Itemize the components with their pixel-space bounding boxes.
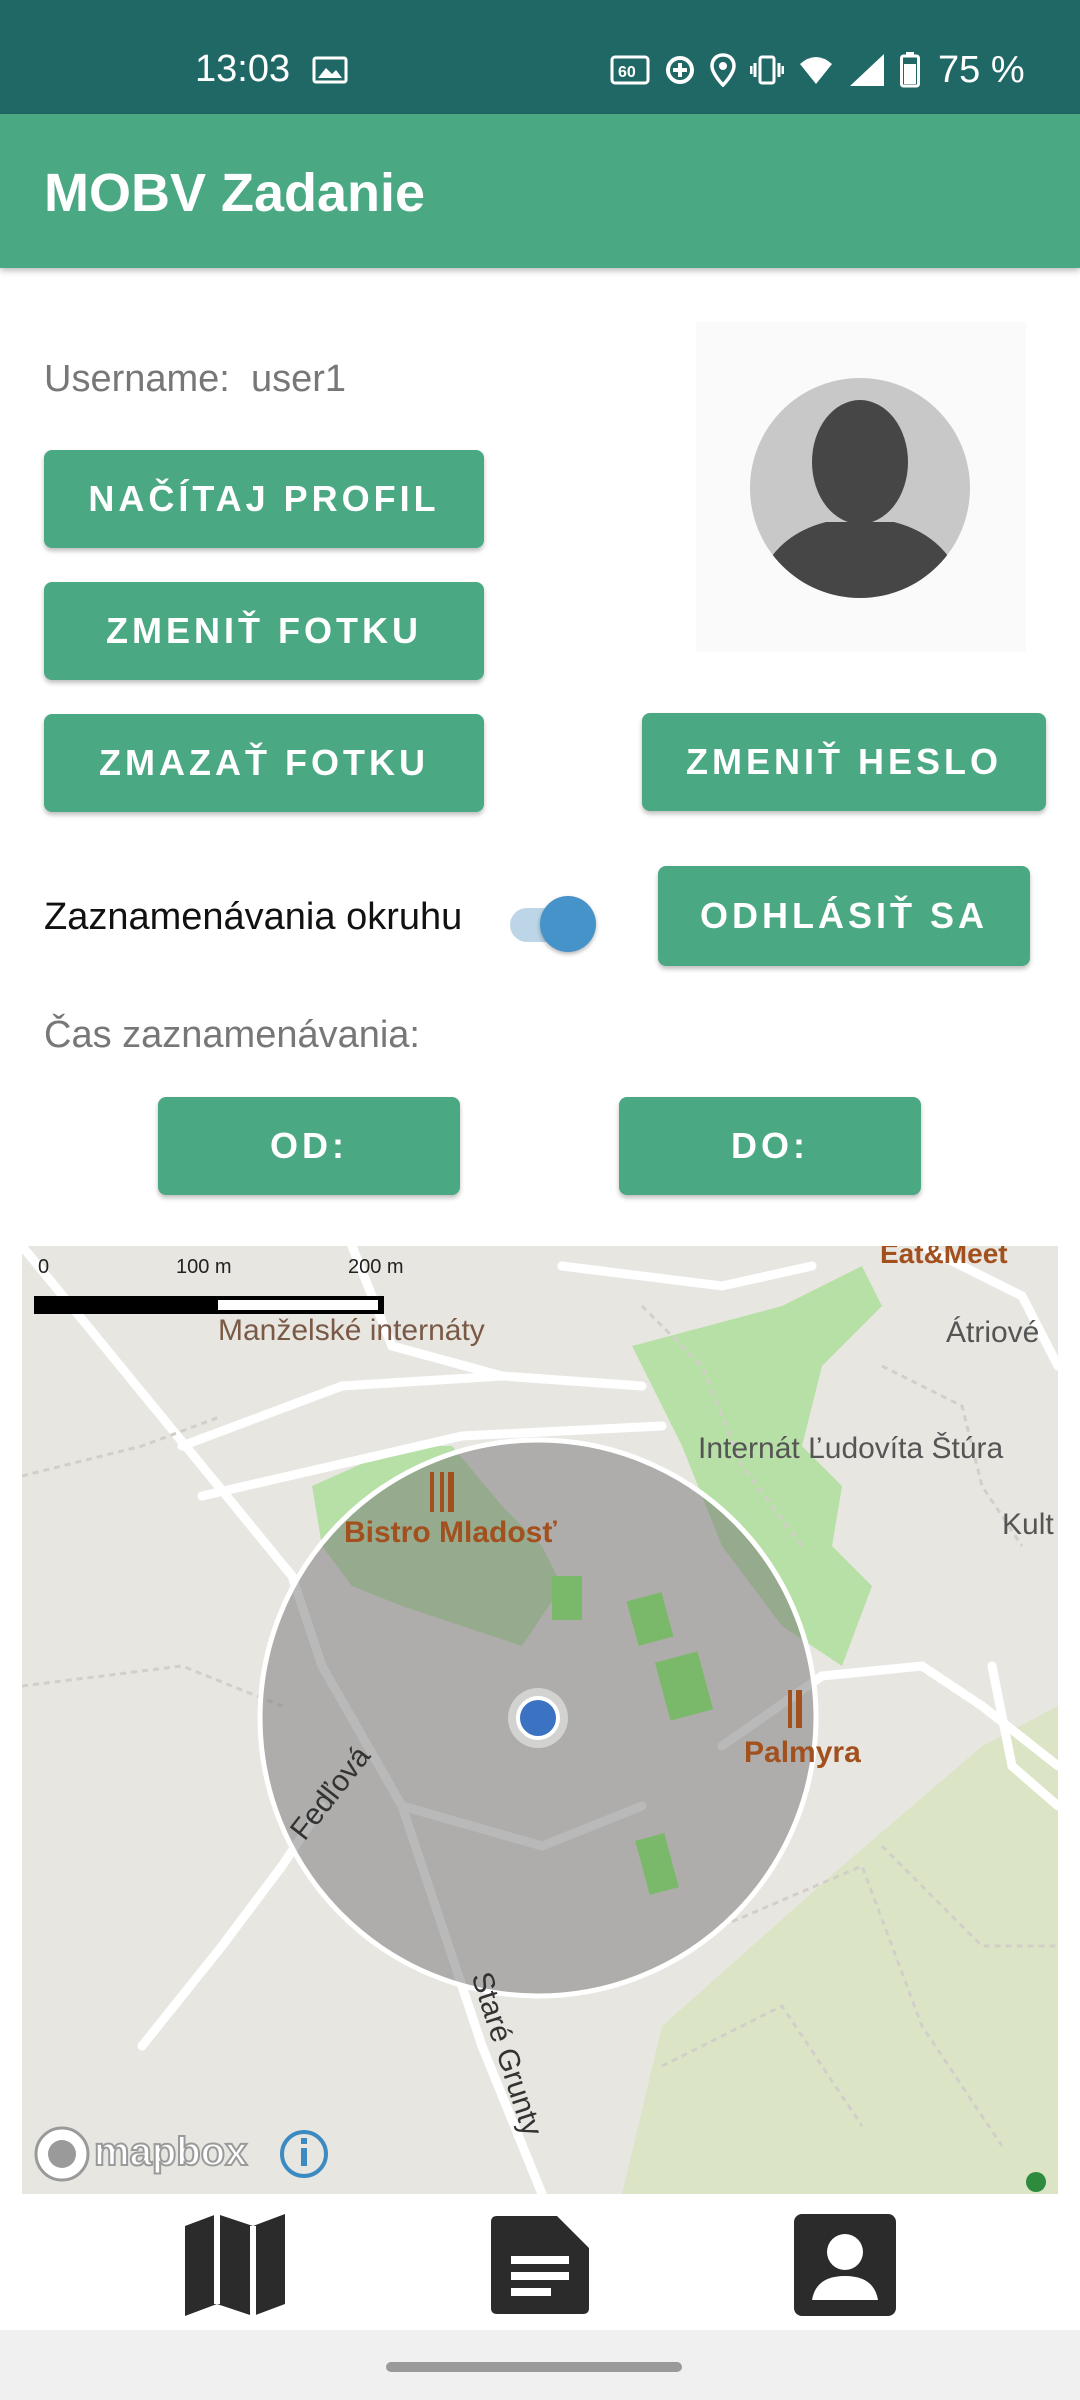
map-label-atriove: Átriové	[946, 1316, 1040, 1349]
battery-percent: 75 %	[938, 48, 1025, 91]
app-title: MOBV Zadanie	[44, 163, 426, 223]
change-password-button[interactable]: ZMENIŤ HESLO	[642, 713, 1046, 811]
tracking-time-label: Čas zaznamenávania:	[44, 1014, 420, 1056]
scale-label-end: 200 m	[348, 1256, 404, 1278]
status-icons: 60 75 %	[610, 44, 1025, 96]
logout-button[interactable]: ODHLÁSIŤ SA	[658, 866, 1030, 966]
toggle-thumb	[540, 896, 596, 952]
image-icon	[312, 56, 348, 84]
poi-eatmeet: Eat&Meet	[880, 1246, 1008, 1269]
document-icon	[491, 2216, 589, 2314]
nav-documents[interactable]	[485, 2210, 595, 2320]
profile-icon	[794, 2214, 896, 2316]
map-canvas	[22, 1246, 1058, 2194]
mapbox-attribution[interactable]: mapbox	[93, 2129, 248, 2175]
poi-palmyra: Palmyra	[744, 1736, 861, 1769]
vibrate-icon	[750, 55, 784, 85]
username-label: Username: user1	[44, 358, 347, 400]
poi-bistro: Bistro Mladosť	[344, 1516, 557, 1549]
change-photo-button[interactable]: ZMENIŤ FOTKU	[44, 582, 484, 680]
status-time: 13:03	[195, 48, 291, 90]
tracking-toggle[interactable]	[510, 896, 598, 952]
60hz-icon: 60	[610, 55, 650, 85]
to-time-button[interactable]: DO:	[619, 1097, 921, 1195]
map-label-manzelske: Manželské internáty	[218, 1314, 485, 1347]
nav-map[interactable]	[180, 2210, 290, 2320]
data-saver-icon	[666, 56, 694, 84]
avatar-container[interactable]	[696, 322, 1026, 652]
load-profile-button[interactable]: NAČÍTAJ PROFIL	[44, 450, 484, 548]
map-icon	[185, 2214, 285, 2316]
fork-knife-icon	[430, 1472, 454, 1512]
location-dot-icon	[516, 1696, 560, 1740]
map-label-internat: Internát Ľudovíta Štúra	[698, 1432, 1004, 1465]
scale-label-mid: 100 m	[176, 1256, 232, 1278]
tracking-toggle-label: Zaznamenávania okruhu	[44, 896, 463, 938]
map-label-kult: Kult	[1002, 1508, 1054, 1541]
battery-icon	[900, 52, 920, 88]
person-avatar-icon	[750, 378, 970, 598]
nav-profile[interactable]	[790, 2210, 900, 2320]
wifi-icon	[800, 57, 832, 84]
scale-label-zero: 0	[38, 1256, 50, 1278]
svg-text:60: 60	[618, 64, 636, 81]
map-view[interactable]: 0 100 m 200 m Eat&Meet Manželské interná…	[22, 1246, 1058, 2194]
location-icon	[710, 53, 736, 87]
from-time-button[interactable]: OD:	[158, 1097, 460, 1195]
mapbox-logo-icon	[34, 2126, 90, 2182]
signal-icon	[850, 54, 884, 86]
username-value: user1	[250, 358, 347, 400]
delete-photo-button[interactable]: ZMAZAŤ FOTKU	[44, 714, 484, 812]
gesture-handle[interactable]	[386, 2362, 682, 2372]
